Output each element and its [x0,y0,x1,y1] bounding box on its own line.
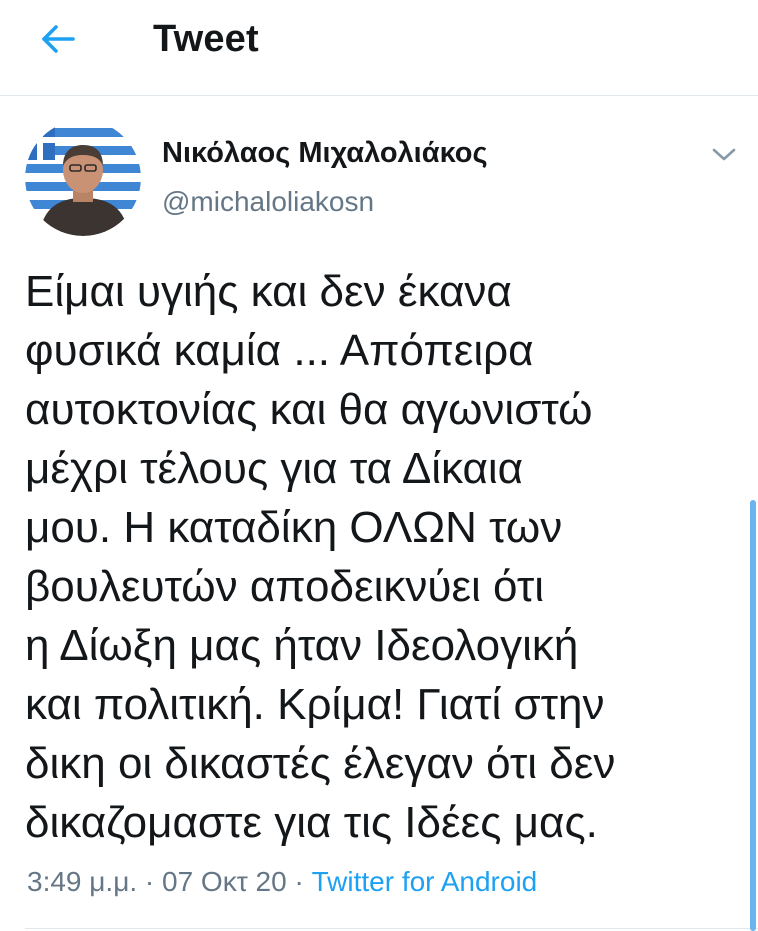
tweet-text: Είμαι υγιής και δεν έκανα φυσικά καμία .… [25,262,730,852]
tweet-text-line: αυτοκτονίας και θα αγωνιστώ [25,385,593,434]
author-name[interactable]: Νικόλαος Μιχαλολιάκος [162,137,488,170]
tweet-text-line: δικη οι δικαστές έλεγαν ότι δεν [25,739,616,788]
chevron-down-icon [712,148,736,161]
tweet-source-link[interactable]: Twitter for Android [312,866,538,897]
tweet-text-line: Είμαι υγιής και δεν έκανα [25,267,512,316]
tweet-time: 3:49 μ.μ. [27,866,138,897]
scrollbar[interactable] [750,500,756,931]
avatar-image [25,120,141,236]
tweet-metadata: 3:49 μ.μ. · 07 Οκτ 20 · Twitter for Andr… [27,866,537,898]
arrow-left-icon [42,25,75,53]
tweet-options-button[interactable] [704,138,744,172]
page-title: Tweet [153,18,259,60]
tweet-text-line: φυσικά καμία ... Απόπειρα [25,326,534,375]
tweet-text-line: δικαζομαστε για τις Ιδέες μας. [25,798,598,847]
avatar[interactable] [25,120,141,236]
tweet-text-line: η Δίωξη μας ήταν Ιδεολογική [25,621,579,670]
tweet-text-line: μου. Η καταδίκη ΟΛΩΝ των [25,503,563,552]
back-button[interactable] [30,14,86,64]
tweet-text-line: μέχρι τέλους για τα Δίκαια [25,444,524,493]
meta-separator: · [294,866,304,897]
top-app-bar: Tweet [0,0,758,96]
tweet-text-line: βουλευτών αποδεικνύει ότι [25,562,545,611]
author-handle[interactable]: @michaloliakosn [162,186,374,218]
tweet-text-line: και πολιτική. Κρίμα! Γιατί στην [25,680,605,729]
tweet-date: 07 Οκτ 20 [162,866,287,897]
meta-separator: · [144,866,155,897]
divider [25,928,758,929]
